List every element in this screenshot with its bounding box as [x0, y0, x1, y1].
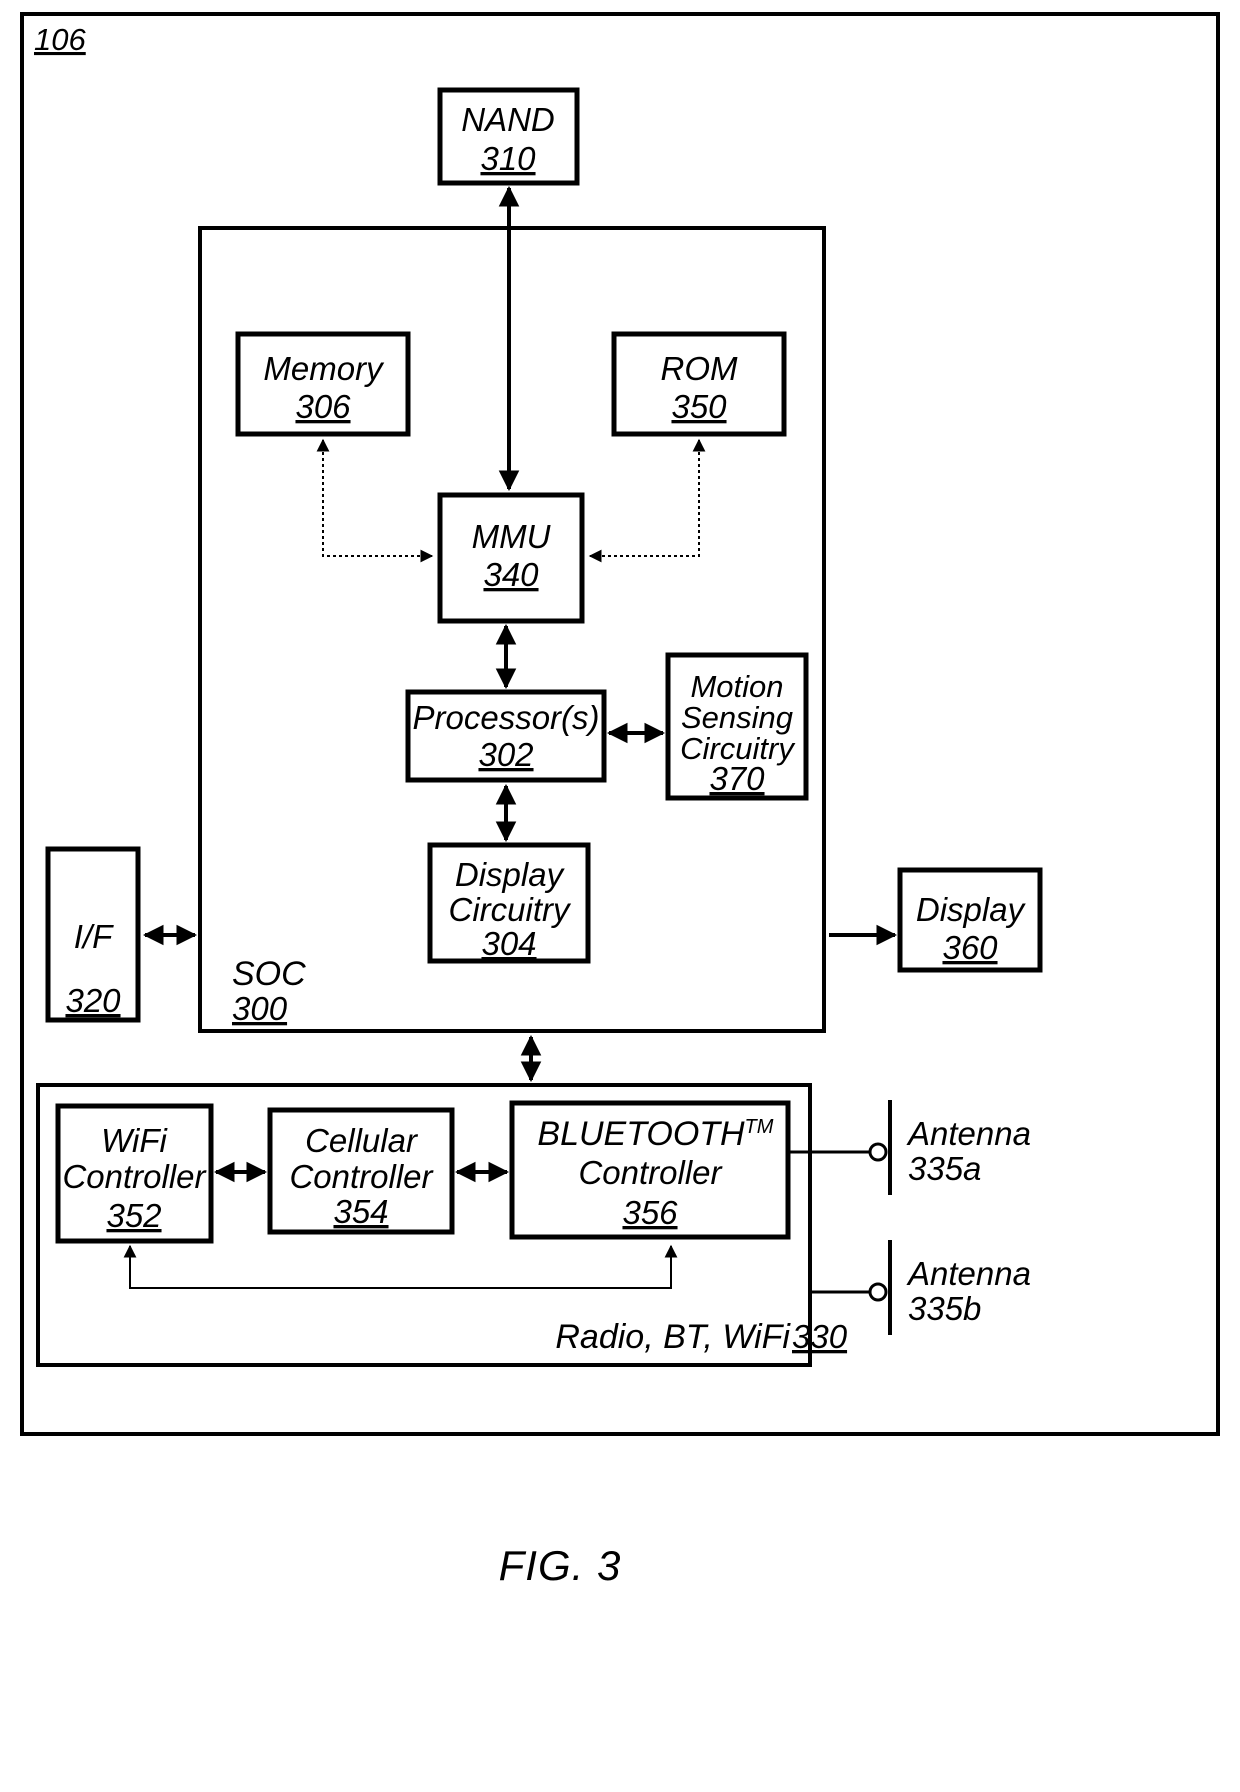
mmu-number: 340 — [483, 556, 539, 593]
wifi-label-line2: Controller — [62, 1158, 207, 1195]
soc-number: 300 — [232, 990, 288, 1027]
rom-number: 350 — [671, 388, 727, 425]
antenna-335a-connector-icon — [868, 1142, 888, 1162]
display-number: 360 — [942, 929, 998, 966]
motion-label-line2: Sensing — [681, 700, 793, 735]
memory-number: 306 — [295, 388, 351, 425]
mmu-label: MMU — [472, 518, 551, 555]
cellular-label-line1: Cellular — [305, 1122, 419, 1159]
nand-number: 310 — [480, 140, 536, 177]
wifi-number: 352 — [106, 1197, 161, 1234]
bluetooth-label-line1: BLUETOOTH — [537, 1115, 745, 1153]
antenna-335b-connector-icon — [868, 1282, 888, 1302]
display-label: Display — [916, 891, 1027, 928]
display-circuitry-label-line2: Circuitry — [449, 891, 572, 928]
bluetooth-trademark-icon: TM — [745, 1116, 774, 1138]
figure-caption: FIG. 3 — [499, 1542, 622, 1589]
patent-figure: 106 NAND 310 SOC 300 Memory 306 ROM 350 … — [0, 0, 1240, 1792]
antenna-335b-label: Antenna — [906, 1255, 1031, 1292]
interface-number: 320 — [65, 982, 121, 1019]
rom-label: ROM — [661, 350, 739, 387]
bluetooth-number: 356 — [622, 1194, 678, 1231]
motion-number: 370 — [709, 760, 765, 797]
device-tag-106-label: 106 — [34, 22, 86, 57]
radio-label: Radio, BT, WiFi — [555, 1318, 791, 1356]
antenna-335b-number: 335b — [908, 1290, 981, 1327]
cellular-label-line2: Controller — [289, 1158, 434, 1195]
display-circuitry-label-line1: Display — [455, 856, 566, 893]
antenna-335a-number: 335a — [908, 1150, 981, 1187]
radio-number: 330 — [792, 1318, 848, 1355]
processor-label: Processor(s) — [412, 699, 599, 736]
soc-label: SOC — [232, 955, 306, 993]
wifi-label-line1: WiFi — [101, 1122, 168, 1159]
antenna-335a-label: Antenna — [906, 1115, 1031, 1152]
interface-label: I/F — [74, 918, 114, 955]
block-diagram-canvas: 106 NAND 310 SOC 300 Memory 306 ROM 350 … — [20, 12, 1220, 1589]
motion-label-line1: Motion — [690, 669, 783, 704]
bluetooth-label-line2: Controller — [578, 1154, 723, 1191]
nand-label: NAND — [461, 101, 555, 138]
memory-label: Memory — [263, 350, 385, 387]
processor-number: 302 — [478, 736, 533, 773]
display-circuitry-number: 304 — [481, 925, 536, 962]
cellular-number: 354 — [333, 1193, 388, 1230]
